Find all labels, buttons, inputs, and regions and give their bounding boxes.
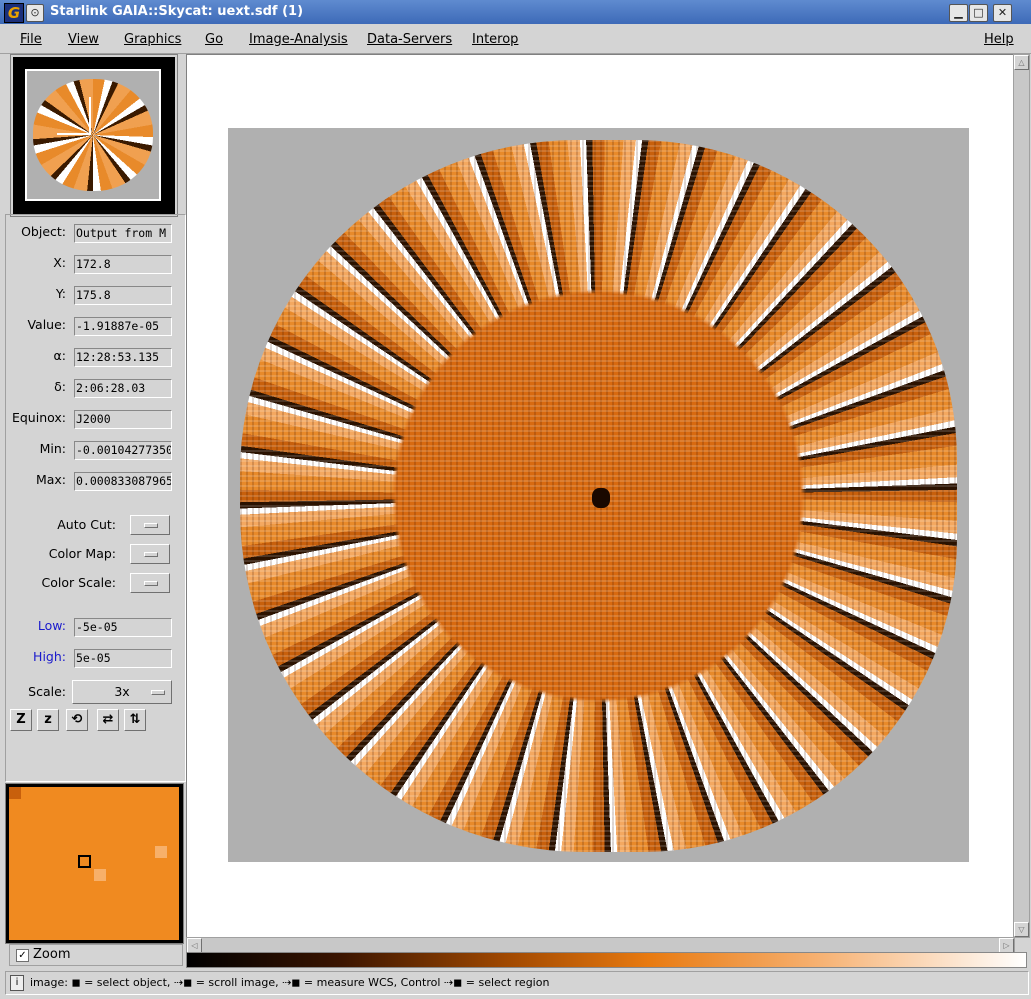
vertical-scrollbar[interactable]: △ ▽ [1013,54,1030,938]
menu-bar: File View Graphics Go Image-Analysis Dat… [0,24,1031,54]
status-text: image: ◼ = select object, ⇢◼ = scroll im… [30,976,550,989]
equinox-label: Equinox: [11,410,66,425]
zoom-cursor-box [78,855,91,868]
image-frame [228,128,969,862]
flip-x-icon[interactable]: ⇄ [97,709,119,731]
menu-indicator-icon [144,552,158,557]
menu-indicator-icon [144,581,158,586]
scroll-left-arrow-icon[interactable]: ◁ [187,938,202,953]
close-button[interactable]: ✕ [993,4,1012,22]
equinox-row: Equinox: J2000 [6,410,185,430]
menu-indicator-icon [151,690,165,695]
horizontal-scrollbar[interactable]: ◁ ▷ [186,937,1015,953]
equinox-field[interactable]: J2000 [74,410,172,429]
x-label: X: [53,255,66,270]
y-label: Y: [55,286,66,301]
flip-y-icon[interactable]: ⇅ [124,709,146,731]
window-title: Starlink GAIA::Skycat: uext.sdf (1) [50,4,304,19]
panner-compass-north [89,97,91,135]
x-row: X: 172.8 [6,255,185,275]
menu-data-servers[interactable]: Data-Servers [367,32,452,47]
maximize-button[interactable]: □ [969,4,988,22]
max-field[interactable]: 0.000833087965 [74,472,172,491]
scale-label: Scale: [28,684,66,699]
panner-thumbnail [33,79,153,191]
min-field[interactable]: -0.00104277350 [74,441,172,460]
menu-help[interactable]: Help [984,32,1014,47]
zoom-toggle[interactable]: ✓ Zoom [9,944,183,966]
panner-view[interactable] [11,55,177,216]
menu-indicator-icon [144,523,158,528]
high-input[interactable]: 5e-05 [74,649,172,668]
info-icon: i [10,975,24,991]
menu-view[interactable]: View [68,32,99,47]
value-label: Value: [27,317,66,332]
low-label: Low: [37,618,66,633]
value-field[interactable]: -1.91887e-05 [74,317,172,336]
max-row: Max: 0.000833087965 [6,472,185,492]
panner-compass-east [57,133,91,135]
zoom-in-icon[interactable]: Z [10,709,32,731]
min-label: Min: [39,441,66,456]
scale-menu-button[interactable]: 3x [72,680,172,704]
alpha-field[interactable]: 12:28:53.135 [74,348,172,367]
minimize-button[interactable]: ▁ [949,4,968,22]
image-canvas[interactable] [186,54,1015,938]
astronomical-image[interactable] [240,140,957,852]
menu-interop[interactable]: Interop [472,32,518,47]
delta-label: δ: [54,379,66,394]
color-map-label: Color Map: [48,546,116,561]
auto-cut-menu-button[interactable] [130,515,170,535]
high-row: High: 5e-05 [6,649,185,669]
zoom-checkbox[interactable]: ✓ [16,949,29,962]
color-scale-label: Color Scale: [41,575,116,590]
scroll-down-arrow-icon[interactable]: ▽ [1014,922,1029,937]
gaia-app-icon[interactable]: G [4,3,24,23]
delta-row: δ: 2:06:28.03 [6,379,185,399]
image-core-source [592,488,610,508]
scale-value: 3x [114,684,130,699]
rotate-icon[interactable]: ⟲ [66,709,88,731]
status-bar: i image: ◼ = select object, ⇢◼ = scroll … [5,971,1029,995]
object-row: Object: Output from M [6,224,185,244]
y-field[interactable]: 175.8 [74,286,172,305]
value-row: Value: -1.91887e-05 [6,317,185,337]
color-scale-menu-button[interactable] [130,573,170,593]
alpha-row: α: 12:28:53.135 [6,348,185,368]
alpha-label: α: [53,348,66,363]
delta-field[interactable]: 2:06:28.03 [74,379,172,398]
colorbar [186,952,1027,968]
color-map-menu-button[interactable] [130,544,170,564]
scroll-right-arrow-icon[interactable]: ▷ [999,938,1014,953]
auto-cut-label: Auto Cut: [57,517,116,532]
min-row: Min: -0.00104277350 [6,441,185,461]
zoom-label: Zoom [33,947,71,962]
max-label: Max: [35,472,66,487]
menu-image-analysis[interactable]: Image-Analysis [249,32,348,47]
x-field[interactable]: 172.8 [74,255,172,274]
high-label: High: [33,649,66,664]
y-row: Y: 175.8 [6,286,185,306]
low-row: Low: -5e-05 [6,618,185,638]
menu-file[interactable]: File [20,32,42,47]
zoom-view[interactable] [5,783,184,944]
object-field[interactable]: Output from M [74,224,172,243]
zoom-pixels [9,787,179,940]
title-bar: G ⊙ Starlink GAIA::Skycat: uext.sdf (1) … [0,0,1031,24]
menu-graphics[interactable]: Graphics [124,32,181,47]
object-label: Object: [21,224,66,239]
panner-image [25,69,161,201]
info-panel: Object: Output from M X: 172.8 Y: 175.8 … [5,214,186,782]
low-input[interactable]: -5e-05 [74,618,172,637]
window-menu-icon[interactable]: ⊙ [26,4,44,22]
scroll-up-arrow-icon[interactable]: △ [1014,55,1029,70]
zoom-out-icon[interactable]: z [37,709,59,731]
menu-go[interactable]: Go [205,32,223,47]
